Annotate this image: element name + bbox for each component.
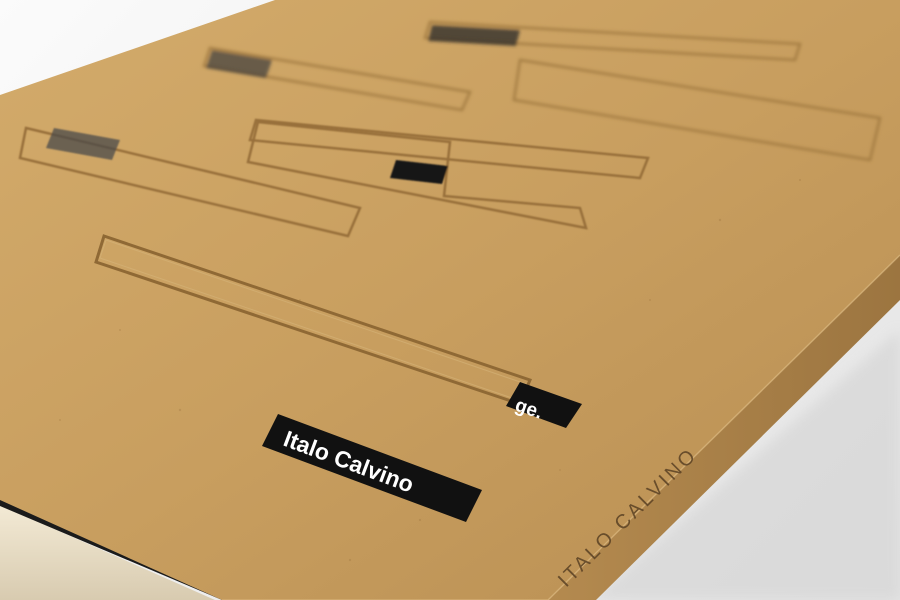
photo-scene: ge. Italo Calvino ITALO CALVINO: [0, 0, 900, 600]
book-photo: ge. Italo Calvino ITALO CALVINO: [0, 0, 900, 600]
